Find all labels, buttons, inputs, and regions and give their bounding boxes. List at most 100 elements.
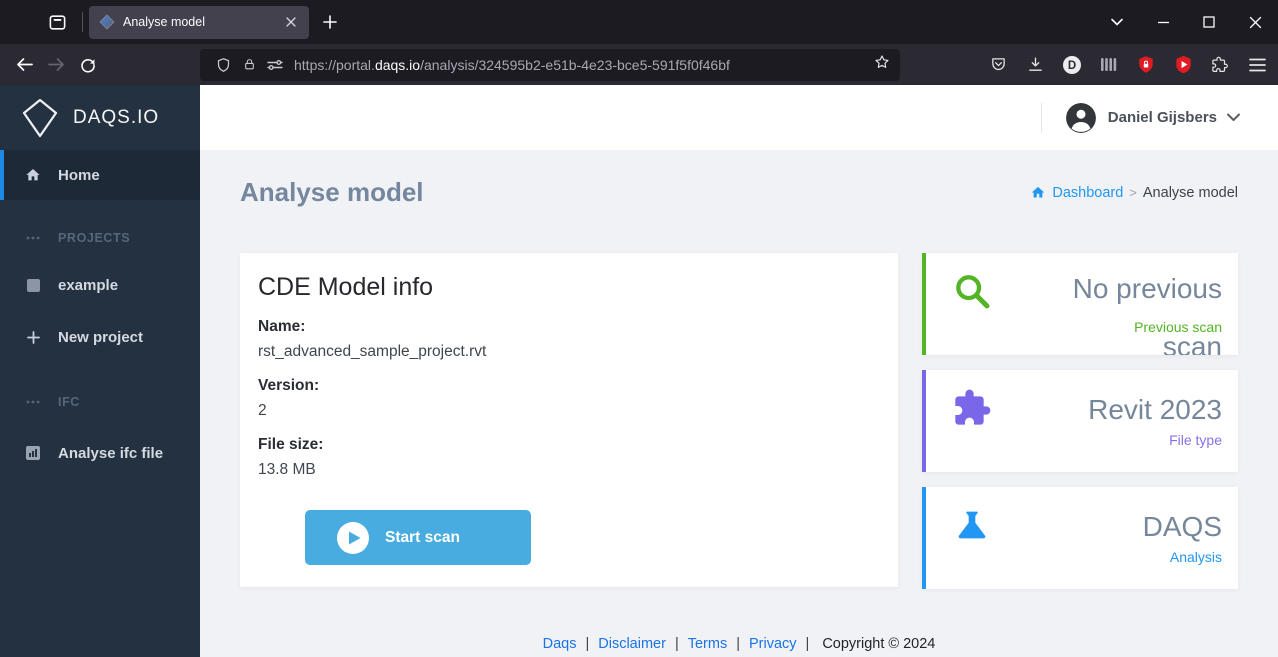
footer-separator: |	[736, 636, 740, 652]
model-info-card: CDE Model info Name: rst_advanced_sample…	[240, 253, 898, 587]
reload-button[interactable]	[72, 50, 104, 80]
logo-text: DAQS.IO	[73, 106, 160, 128]
downloads-icon[interactable]	[1023, 53, 1047, 77]
sidebar-item-home[interactable]: Home	[0, 150, 200, 200]
back-button[interactable]	[8, 50, 40, 80]
previous-scan-title-line1: No previous	[1072, 273, 1222, 304]
url-bar[interactable]: https://portal.daqs.io/analysis/324595b2…	[200, 48, 900, 81]
firefox-view-icon	[49, 14, 65, 30]
extensions-puzzle-icon[interactable]	[1208, 53, 1232, 77]
minimize-button[interactable]	[1140, 0, 1186, 44]
tracking-shield-icon[interactable]	[210, 55, 236, 75]
sidebar-item-example-project[interactable]: example	[0, 270, 200, 300]
field-value: 2	[258, 402, 267, 419]
field-label: Version:	[258, 377, 320, 394]
status-cards: No previous Previous scan scan Revit 202…	[922, 253, 1238, 589]
firefox-view-button[interactable]	[40, 7, 74, 37]
maximize-button[interactable]	[1186, 0, 1232, 44]
chevron-down-icon	[1111, 18, 1123, 26]
new-tab-button[interactable]	[315, 7, 345, 37]
page-viewport: DAQS.IO Home PROJECTS example New projec…	[0, 85, 1278, 657]
breadcrumb: Dashboard > Analyse model	[1030, 185, 1238, 201]
sidebar-section-label: IFC	[58, 395, 80, 409]
tab-separator	[82, 12, 83, 32]
user-menu-chevron-icon[interactable]	[1227, 113, 1240, 122]
tab-close-icon[interactable]	[281, 12, 301, 32]
maximize-icon	[1203, 16, 1215, 28]
minimize-icon	[1157, 21, 1169, 23]
site-favicon-icon	[99, 14, 115, 30]
close-window-button[interactable]	[1232, 0, 1278, 44]
footer: Daqs | Disclaimer | Terms | Privacy | Co…	[240, 636, 1238, 652]
url-text[interactable]: https://portal.daqs.io/analysis/324595b2…	[294, 57, 874, 73]
bookmark-star-icon[interactable]	[874, 54, 890, 75]
menu-hamburger-icon[interactable]	[1245, 53, 1269, 77]
file-type-text: Revit 2023 File type	[1088, 370, 1222, 472]
dots-icon	[22, 236, 44, 240]
user-name[interactable]: Daniel Gijsbers	[1108, 109, 1217, 126]
url-domain: daqs.io	[374, 56, 421, 73]
url-path: /analysis/324595b2-e51b-4e23-bce5-591f5f…	[420, 56, 730, 73]
adblock-shield-icon[interactable]	[1134, 53, 1158, 77]
footer-link-daqs[interactable]: Daqs	[543, 636, 577, 652]
field-version: Version: 2	[258, 377, 880, 420]
sidebar-section-ifc: IFC	[0, 392, 200, 412]
dark-reader-icon[interactable]: D	[1060, 53, 1084, 77]
svg-text:D: D	[1068, 60, 1076, 72]
lock-icon[interactable]	[236, 55, 262, 75]
start-scan-button[interactable]: Start scan	[305, 510, 531, 565]
avatar[interactable]	[1065, 102, 1096, 133]
footer-link-terms[interactable]: Terms	[688, 636, 727, 652]
home-icon	[22, 167, 44, 183]
main-area: Daniel Gijsbers Analyse model Dashboard …	[200, 85, 1278, 657]
previous-scan-card: No previous Previous scan scan	[922, 253, 1238, 355]
start-scan-label: Start scan	[385, 528, 460, 546]
header-divider	[1040, 102, 1042, 133]
tab-title: Analyse model	[123, 15, 205, 29]
sidebar-section-projects: PROJECTS	[0, 228, 200, 248]
sidebar-section-label: PROJECTS	[58, 231, 131, 245]
analysis-subtitle: Analysis	[1169, 548, 1222, 565]
analysis-text: DAQS Analysis	[1143, 487, 1222, 589]
previous-scan-title-line2: scan	[1162, 331, 1222, 355]
footer-link-disclaimer[interactable]: Disclaimer	[598, 636, 666, 652]
field-name: Name: rst_advanced_sample_project.rvt	[258, 318, 880, 361]
field-value: 13.8 MB	[258, 461, 316, 478]
sidebar: DAQS.IO Home PROJECTS example New projec…	[0, 85, 200, 657]
sidebar-item-new-project[interactable]: New project	[0, 322, 200, 352]
forward-button[interactable]	[40, 50, 72, 80]
field-value: rst_advanced_sample_project.rvt	[258, 343, 487, 360]
sidebar-item-analyse-ifc[interactable]: Analyse ifc file	[0, 438, 200, 468]
search-icon	[952, 271, 992, 316]
page-title: Analyse model	[240, 177, 424, 207]
browser-tab[interactable]: Analyse model	[89, 5, 309, 39]
footer-copyright: Copyright © 2024	[822, 636, 936, 652]
bar-chart-icon	[22, 446, 44, 460]
back-arrow-icon	[16, 58, 33, 71]
puzzle-icon	[952, 388, 992, 433]
sidebar-item-label: New project	[58, 328, 144, 346]
file-type-title: Revit 2023	[1088, 394, 1222, 426]
close-icon	[1249, 16, 1261, 28]
breadcrumb-dashboard-link[interactable]: Dashboard	[1052, 185, 1123, 201]
logo[interactable]: DAQS.IO	[0, 85, 200, 150]
footer-separator: |	[674, 636, 679, 652]
fence-extension-icon[interactable]	[1097, 53, 1121, 77]
file-type-card: Revit 2023 File type	[922, 370, 1238, 472]
breadcrumb-home-icon[interactable]	[1030, 185, 1046, 200]
daqs-diamond-logo-icon	[22, 98, 58, 137]
youtube-enhancer-icon[interactable]	[1171, 53, 1195, 77]
extension-toolbar: D	[986, 53, 1269, 77]
pocket-icon[interactable]	[986, 53, 1010, 77]
tab-bar: Analyse model	[0, 0, 1278, 44]
field-label: Name:	[258, 318, 306, 335]
analysis-title: DAQS	[1142, 511, 1222, 543]
browser-window: Analyse model https://portal.daqs.io/ana…	[0, 0, 1278, 657]
field-file-size: File size: 13.8 MB	[258, 436, 880, 479]
page-content: Analyse model Dashboard > Analyse model …	[200, 150, 1278, 657]
play-icon	[337, 521, 369, 554]
list-tabs-button[interactable]	[1094, 0, 1140, 44]
footer-link-privacy[interactable]: Privacy	[749, 636, 797, 652]
permissions-icon[interactable]	[262, 55, 288, 75]
sidebar-item-label: Analyse ifc file	[58, 444, 164, 462]
